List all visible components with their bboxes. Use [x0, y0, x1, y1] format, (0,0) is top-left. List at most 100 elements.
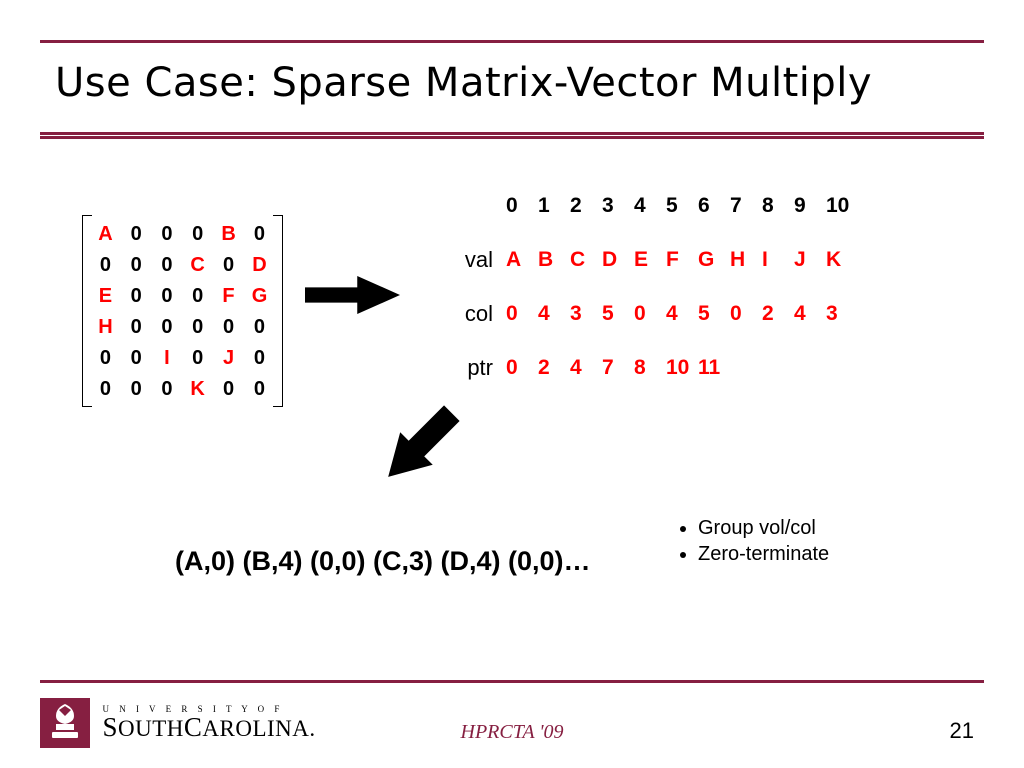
matrix-cell: 0 [213, 249, 244, 280]
footer-conference: HPRCTA '09 [0, 722, 1024, 742]
matrix-cell: 0 [182, 218, 213, 249]
csr-cell: G [697, 238, 729, 280]
csr-cell: 0 [505, 292, 537, 334]
matrix-cell: 0 [152, 218, 183, 249]
csr-cell [825, 346, 857, 388]
matrix-cell: A [90, 218, 121, 249]
rule-bottom [40, 680, 984, 683]
csr-cell: J [793, 238, 825, 280]
matrix-cell: 0 [121, 373, 152, 404]
notes-list: Group vol/col Zero-terminate [640, 515, 829, 567]
csr-cell: 8 [633, 346, 665, 388]
csr-cell: 8 [761, 184, 793, 226]
csr-cell: C [569, 238, 601, 280]
matrix-cell: 0 [182, 311, 213, 342]
csr-cell: 5 [665, 184, 697, 226]
matrix-cell: 0 [90, 342, 121, 373]
matrix-cell: 0 [244, 218, 275, 249]
matrix-cell: 0 [213, 311, 244, 342]
csr-cell: B [537, 238, 569, 280]
matrix-left-bracket [82, 215, 92, 407]
csr-label-col: col [440, 292, 505, 334]
matrix-cell: C [182, 249, 213, 280]
csr-label-ptr: ptr [440, 346, 505, 388]
matrix-cell: 0 [121, 280, 152, 311]
matrix-cell: D [244, 249, 275, 280]
csr-cell: 2 [569, 184, 601, 226]
csr-cell: 10 [665, 346, 697, 388]
matrix-cell: 0 [244, 311, 275, 342]
rule-under-title-1 [40, 132, 984, 135]
matrix-cell: 0 [121, 311, 152, 342]
arrow-right-icon [305, 275, 400, 315]
csr-label-val: val [440, 238, 505, 280]
slide: Use Case: Sparse Matrix-Vector Multiply … [0, 0, 1024, 768]
csr-cell [729, 346, 761, 388]
matrix-cell: 0 [152, 280, 183, 311]
csr-arrays: 012345678910valABCDEFGHIJKcol04350450243… [440, 184, 857, 388]
csr-cell: 0 [505, 184, 537, 226]
matrix-cell: 0 [121, 218, 152, 249]
matrix-cell: G [244, 280, 275, 311]
matrix-cell: 0 [182, 280, 213, 311]
csr-cell: E [633, 238, 665, 280]
csr-cell: 4 [537, 292, 569, 334]
csr-cell: 10 [825, 184, 857, 226]
matrix-cell: 0 [90, 249, 121, 280]
matrix-cell: 0 [152, 249, 183, 280]
csr-cell: 3 [601, 184, 633, 226]
matrix-cell: 0 [121, 249, 152, 280]
csr-cell: 9 [793, 184, 825, 226]
matrix-cell: 0 [244, 373, 275, 404]
csr-cell: 6 [697, 184, 729, 226]
csr-cell: F [665, 238, 697, 280]
csr-cell: 3 [569, 292, 601, 334]
matrix-cell: 0 [90, 373, 121, 404]
csr-cell: 2 [537, 346, 569, 388]
matrix-cell: K [182, 373, 213, 404]
csr-cell: 0 [729, 292, 761, 334]
matrix-cell: J [213, 342, 244, 373]
csr-cell: 1 [537, 184, 569, 226]
matrix-cell: 0 [121, 342, 152, 373]
slide-title: Use Case: Sparse Matrix-Vector Multiply [55, 60, 872, 106]
tuple-sequence: (A,0) (B,4) (0,0) (C,3) (D,4) (0,0)… [175, 545, 591, 577]
csr-cell: A [505, 238, 537, 280]
csr-cell: 4 [793, 292, 825, 334]
csr-cell: 5 [697, 292, 729, 334]
csr-cell: I [761, 238, 793, 280]
csr-cell: 3 [825, 292, 857, 334]
matrix-cell: 0 [182, 342, 213, 373]
csr-cell [761, 346, 793, 388]
csr-cell: 2 [761, 292, 793, 334]
arrow-down-left-icon [375, 400, 465, 490]
csr-cell: 0 [633, 292, 665, 334]
matrix-cell: 0 [213, 373, 244, 404]
matrix-cell: I [152, 342, 183, 373]
matrix-cell: 0 [244, 342, 275, 373]
csr-cell: 7 [729, 184, 761, 226]
matrix-cell: 0 [152, 311, 183, 342]
matrix-cell: 0 [152, 373, 183, 404]
dense-matrix: A000B0000C0DE000FGH0000000I0J0000K00 [90, 218, 275, 404]
csr-cell: 4 [665, 292, 697, 334]
csr-cell: 4 [569, 346, 601, 388]
csr-cell: 0 [505, 346, 537, 388]
matrix-cell: H [90, 311, 121, 342]
csr-cell: 5 [601, 292, 633, 334]
csr-cell: 4 [633, 184, 665, 226]
csr-cell: H [729, 238, 761, 280]
csr-label-blank [440, 184, 505, 226]
matrix-cell: E [90, 280, 121, 311]
matrix-table: A000B0000C0DE000FGH0000000I0J0000K00 [90, 218, 275, 404]
csr-cell: K [825, 238, 857, 280]
rule-under-title-2 [40, 136, 984, 139]
note-item: Group vol/col [698, 515, 829, 541]
matrix-cell: F [213, 280, 244, 311]
csr-cell: D [601, 238, 633, 280]
matrix-right-bracket [273, 215, 283, 407]
matrix-cell: B [213, 218, 244, 249]
footer-page-number: 21 [950, 720, 974, 742]
note-item: Zero-terminate [698, 541, 829, 567]
csr-cell [793, 346, 825, 388]
